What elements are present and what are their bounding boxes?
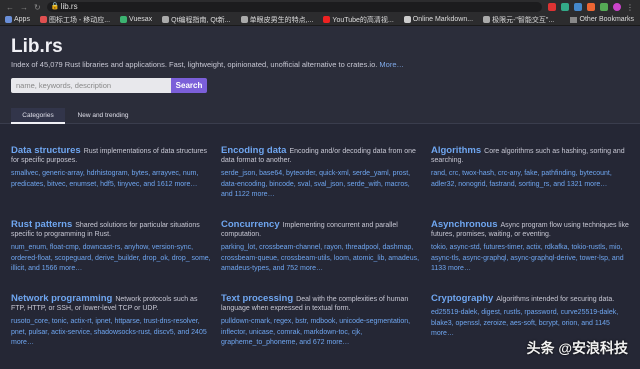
extension-icon[interactable] [561, 3, 569, 11]
folder-icon [569, 16, 577, 23]
watermark: 头条 @安浪科技 [526, 340, 628, 356]
forward-icon[interactable]: → [20, 3, 28, 12]
category-title[interactable]: Encoding data [221, 145, 286, 156]
bookmark-item[interactable]: 极限元-"智能交互"... [478, 15, 559, 25]
profile-avatar[interactable] [613, 3, 621, 11]
reload-icon[interactable]: ↻ [34, 3, 41, 12]
category-card: Cryptography Algorithms intended for secu… [431, 294, 626, 340]
extension-icon[interactable] [574, 3, 582, 11]
bookmark-icon [403, 16, 411, 23]
category-more-link[interactable]: and 1122 more… [221, 191, 275, 198]
category-card: Algorithms Core algorithms such as hashin… [431, 146, 631, 190]
category-crate-links[interactable]: tokio, async-std, futures-timer, actix, … [431, 244, 622, 262]
extension-icon[interactable] [600, 3, 608, 11]
bookmarks-bar: Apps 图标工场 - 移动应... Vuesax Qt编程指南, Qt新...… [0, 14, 640, 26]
extension-icon[interactable] [548, 3, 556, 11]
category-more-link[interactable]: and 752 more… [273, 265, 323, 272]
category-more-link[interactable]: and 1321 more… [553, 181, 607, 188]
extension-icon[interactable] [587, 3, 595, 11]
category-more-link[interactable]: and 1566 more… [28, 265, 82, 272]
category-card: Data structures Rust implementations of d… [11, 146, 211, 190]
apps-icon [5, 16, 12, 23]
tab-categories[interactable]: Categories [11, 108, 65, 124]
category-title[interactable]: Text processing [221, 293, 293, 304]
category-crate-links[interactable]: serde_json, base64, byteorder, quick-xml… [221, 170, 410, 188]
bookmark-item[interactable]: 单眼皮男生的特点,... [236, 15, 319, 25]
category-title[interactable]: Algorithms [431, 145, 481, 156]
address-bar[interactable]: 🔒 lib.rs [46, 2, 542, 12]
category-title[interactable]: Concurrency [221, 219, 280, 230]
category-title[interactable]: Data structures [11, 145, 81, 156]
lock-icon: 🔒 [50, 3, 60, 10]
category-card: Encoding data Encoding and/or decoding da… [221, 146, 421, 201]
category-crate-links[interactable]: rusoto_core, tonic, actix-rt, ipnet, htt… [11, 318, 200, 336]
category-title[interactable]: Cryptography [431, 293, 493, 304]
bookmark-item[interactable]: 图标工场 - 移动应... [35, 15, 115, 25]
menu-icon[interactable]: ⋮ [626, 3, 634, 12]
bookmark-icon [240, 16, 248, 23]
site-tagline: Index of 45,079 Rust libraries and appli… [11, 60, 405, 69]
bookmark-icon [162, 16, 170, 23]
search-form: Search [11, 78, 207, 93]
other-bookmarks[interactable]: Other Bookmarks [569, 16, 640, 23]
tagline-more-link[interactable]: More… [379, 60, 404, 69]
bookmark-item[interactable]: Qt编程指南, Qt新... [157, 15, 236, 25]
category-more-link[interactable]: and 1612 more… [143, 181, 197, 188]
category-card: Rust patterns Shared solutions for partic… [11, 220, 211, 275]
tab-new-and-trending[interactable]: New and trending [68, 108, 138, 124]
search-input[interactable] [11, 78, 171, 93]
search-button[interactable]: Search [171, 78, 207, 93]
category-card: Asynchronous Async program flow using tec… [431, 220, 631, 275]
bookmark-icon [483, 16, 491, 23]
category-title[interactable]: Rust patterns [11, 219, 72, 230]
bookmark-icon [120, 16, 128, 23]
url-text: lib.rs [60, 2, 78, 11]
category-card: Concurrency Implementing concurrent and p… [221, 220, 421, 275]
site-logo[interactable]: Lib.rs [11, 36, 63, 58]
extensions: ⋮ [548, 3, 640, 12]
category-more-link[interactable]: and 672 more… [299, 339, 349, 346]
youtube-icon [323, 16, 331, 23]
category-description: Algorithms intended for securing data. [496, 296, 615, 303]
category-title[interactable]: Network programming [11, 293, 112, 304]
category-card: Text processing Deal with the complexitie… [221, 294, 421, 349]
bookmark-apps[interactable]: Apps [0, 16, 35, 23]
category-card: Network programming Network protocols suc… [11, 294, 211, 349]
category-title[interactable]: Asynchronous [431, 219, 498, 230]
back-icon[interactable]: ← [6, 3, 14, 12]
browser-toolbar: ← → ↻ 🔒 lib.rs ⋮ [0, 0, 640, 14]
nav-buttons: ← → ↻ [0, 3, 41, 12]
tab-bar: Categories New and trending [0, 108, 640, 124]
bookmark-icon [39, 16, 47, 23]
bookmark-item[interactable]: Vuesax [115, 16, 157, 23]
bookmark-item[interactable]: YouTube的高清视... [318, 15, 398, 25]
bookmark-item[interactable]: Online Markdown... [399, 16, 478, 23]
